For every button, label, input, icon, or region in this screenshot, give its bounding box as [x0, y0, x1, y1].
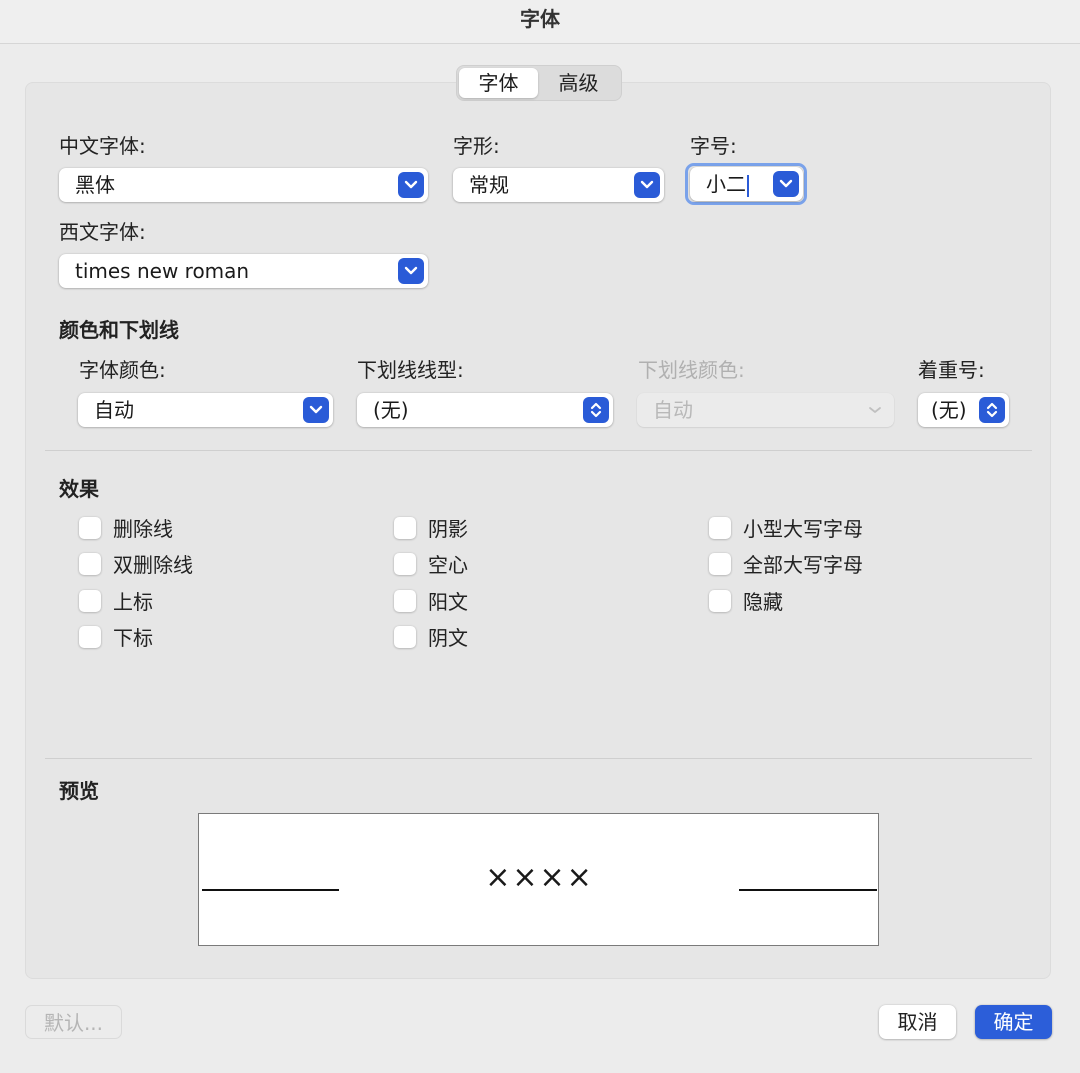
underline-color-label: 下划线颜色:	[638, 358, 745, 382]
checkbox-box[interactable]	[709, 516, 731, 539]
font-color-select[interactable]: 自动	[78, 393, 333, 427]
text-caret	[747, 174, 749, 197]
checkbox-box[interactable]	[394, 589, 416, 612]
font-size-combo[interactable]: 小二	[690, 167, 803, 201]
divider	[45, 450, 1032, 451]
checkbox-label: 阴影	[428, 517, 468, 541]
font-color-label: 字体颜色:	[79, 358, 166, 382]
underline-color-select: 自动	[637, 393, 894, 427]
checkbox-subscript[interactable]: 下标	[79, 622, 153, 651]
western-font-select[interactable]: times new roman	[59, 254, 428, 288]
preview-box: ××××	[198, 813, 879, 946]
checkbox-all-caps[interactable]: 全部大写字母	[709, 549, 863, 578]
font-size-label: 字号:	[690, 134, 737, 158]
underline-style-label: 下划线线型:	[357, 358, 464, 382]
checkbox-small-caps[interactable]: 小型大写字母	[709, 513, 863, 542]
font-style-label: 字形:	[453, 134, 500, 158]
color-underline-heading: 颜色和下划线	[59, 318, 179, 342]
chinese-font-label: 中文字体:	[59, 134, 146, 158]
checkbox-superscript[interactable]: 上标	[79, 586, 153, 615]
checkbox-box[interactable]	[79, 625, 101, 648]
checkbox-outline[interactable]: 空心	[394, 549, 468, 578]
western-font-label: 西文字体:	[59, 220, 146, 244]
font-style-select[interactable]: 常规	[453, 168, 664, 202]
up-down-chevron-icon	[979, 397, 1005, 423]
chevron-down-icon	[398, 258, 424, 284]
font-size-value: 小二	[706, 172, 746, 196]
checkbox-label: 上标	[113, 590, 153, 614]
underline-color-value: 自动	[653, 398, 693, 422]
checkbox-double-strikethrough[interactable]: 双删除线	[79, 549, 193, 578]
up-down-chevron-icon	[583, 397, 609, 423]
checkbox-emboss[interactable]: 阳文	[394, 586, 468, 615]
chinese-font-select[interactable]: 黑体	[59, 168, 428, 202]
font-color-value: 自动	[94, 398, 134, 422]
checkbox-box[interactable]	[709, 552, 731, 575]
checkbox-label: 小型大写字母	[743, 517, 863, 541]
checkbox-label: 全部大写字母	[743, 553, 863, 577]
checkbox-box[interactable]	[394, 516, 416, 539]
checkbox-box[interactable]	[394, 625, 416, 648]
checkbox-box[interactable]	[709, 589, 731, 612]
ok-button[interactable]: 确定	[975, 1005, 1052, 1039]
effects-heading: 效果	[59, 477, 99, 501]
chevron-down-icon[interactable]	[773, 171, 799, 197]
checkbox-label: 隐藏	[743, 590, 783, 614]
default-button: 默认...	[25, 1005, 122, 1039]
preview-right-line	[739, 889, 877, 891]
checkbox-box[interactable]	[79, 516, 101, 539]
tab-advanced[interactable]: 高级	[538, 68, 619, 98]
preview-heading: 预览	[59, 779, 99, 803]
checkbox-label: 双删除线	[113, 553, 193, 577]
checkbox-box[interactable]	[79, 589, 101, 612]
checkbox-hidden[interactable]: 隐藏	[709, 586, 783, 615]
chinese-font-value: 黑体	[75, 173, 115, 197]
chevron-down-icon	[866, 401, 884, 419]
checkbox-label: 下标	[113, 626, 153, 650]
checkbox-engrave[interactable]: 阴文	[394, 622, 468, 651]
divider	[45, 758, 1032, 759]
chevron-down-icon	[634, 172, 660, 198]
western-font-value: times new roman	[75, 259, 250, 283]
checkbox-shadow[interactable]: 阴影	[394, 513, 468, 542]
underline-style-select[interactable]: (无)	[357, 393, 613, 427]
checkbox-box[interactable]	[394, 552, 416, 575]
checkbox-label: 阴文	[428, 626, 468, 650]
cancel-button[interactable]: 取消	[879, 1005, 956, 1039]
emphasis-mark-select[interactable]: (无)	[918, 393, 1009, 427]
emphasis-mark-value: (无)	[931, 398, 967, 422]
checkbox-strikethrough[interactable]: 删除线	[79, 513, 173, 542]
tab-bar: 字体 高级	[456, 65, 622, 101]
underline-style-value: (无)	[373, 398, 409, 422]
chevron-down-icon	[398, 172, 424, 198]
checkbox-label: 阳文	[428, 590, 468, 614]
tab-font[interactable]: 字体	[459, 68, 539, 98]
emphasis-mark-label: 着重号:	[918, 358, 985, 382]
checkbox-box[interactable]	[79, 552, 101, 575]
font-style-value: 常规	[469, 173, 509, 197]
window-title: 字体	[0, 0, 1080, 44]
checkbox-label: 空心	[428, 553, 468, 577]
chevron-down-icon	[303, 397, 329, 423]
checkbox-label: 删除线	[113, 517, 173, 541]
